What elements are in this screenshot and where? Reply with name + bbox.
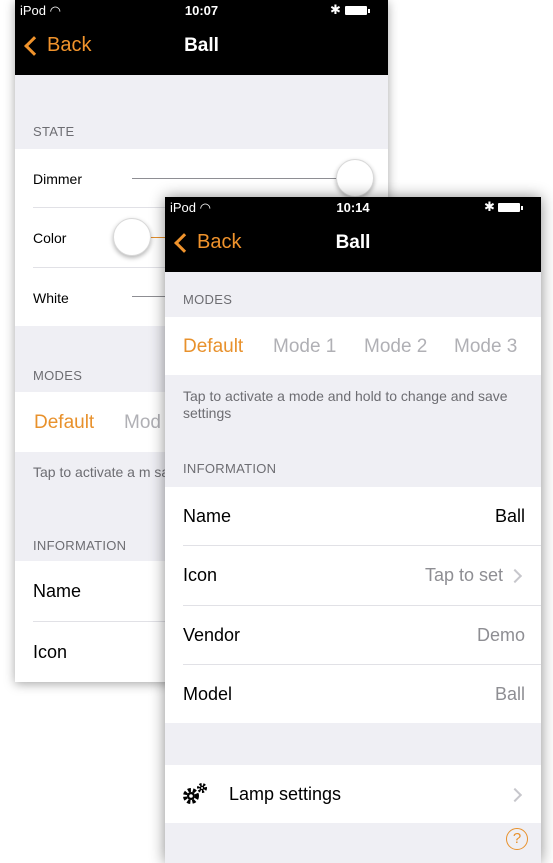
state-section-header: STATE (33, 124, 75, 139)
lamp-settings-row[interactable]: Lamp settings (165, 765, 541, 823)
mode-3[interactable]: Mode 3 (454, 336, 517, 358)
model-value: Ball (494, 684, 525, 704)
dimmer-label: Dimmer (33, 171, 82, 187)
vendor-value: Demo (476, 625, 525, 645)
help-icon[interactable]: ? (506, 828, 528, 850)
bluetooth-icon: ✱ (484, 199, 495, 214)
name-value: Ball (494, 506, 525, 526)
modes-section-header: MODES (183, 292, 233, 307)
model-label: Model (183, 684, 233, 704)
model-row: Model Ball (165, 665, 541, 723)
icon-row[interactable]: Icon Tap to set (165, 546, 541, 605)
status-bar: iPod ◠ 10:07 ✱ (15, 0, 388, 20)
name-row: Name Ball (165, 487, 541, 545)
icon-value: Tap to set (424, 565, 503, 585)
front-screen: iPod ◠ 10:14 ✱ Back Ball MODES Default M… (165, 197, 541, 863)
mode-default[interactable]: Default (183, 336, 243, 358)
bluetooth-icon: ✱ (330, 2, 341, 17)
icon-label: Icon (183, 565, 218, 585)
chevron-right-icon (507, 787, 523, 803)
dimmer-slider-track[interactable] (132, 178, 362, 179)
battery-icon (498, 203, 523, 212)
mode-1[interactable]: Mod (124, 412, 161, 434)
page-title: Ball (335, 232, 371, 253)
color-label: Color (33, 230, 67, 246)
info-section-header: INFORMATION (183, 461, 277, 476)
white-label: White (33, 290, 69, 306)
vendor-row: Vendor Demo (165, 606, 541, 664)
status-bar: iPod ◠ 10:14 ✱ (165, 197, 541, 217)
icon-label: Icon (33, 642, 68, 662)
name-label: Name (33, 581, 82, 601)
mode-1[interactable]: Mode 1 (273, 336, 336, 358)
page-title: Ball (184, 35, 219, 56)
modes-group: Default Mode 1 Mode 2 Mode 3 (165, 317, 541, 375)
vendor-label: Vendor (183, 625, 241, 645)
modes-section-header: MODES (33, 368, 83, 383)
chevron-right-icon (507, 568, 523, 584)
mode-default[interactable]: Default (34, 412, 94, 434)
battery-icon (345, 6, 370, 15)
dimmer-slider-thumb[interactable] (336, 159, 374, 197)
modes-footer: Tap to activate a mode and hold to chang… (183, 388, 508, 421)
info-section-header: INFORMATION (33, 538, 127, 553)
mode-2[interactable]: Mode 2 (364, 336, 427, 358)
nav-bar: Back Ball (15, 20, 388, 75)
info-group: Name Ball Icon Tap to set Vendor Demo Mo… (165, 487, 541, 723)
lamp-settings-label: Lamp settings (229, 784, 342, 804)
name-label: Name (183, 506, 232, 526)
color-slider-thumb[interactable] (113, 218, 151, 256)
nav-bar: Back Ball (165, 217, 541, 272)
gear-icon (181, 782, 209, 806)
